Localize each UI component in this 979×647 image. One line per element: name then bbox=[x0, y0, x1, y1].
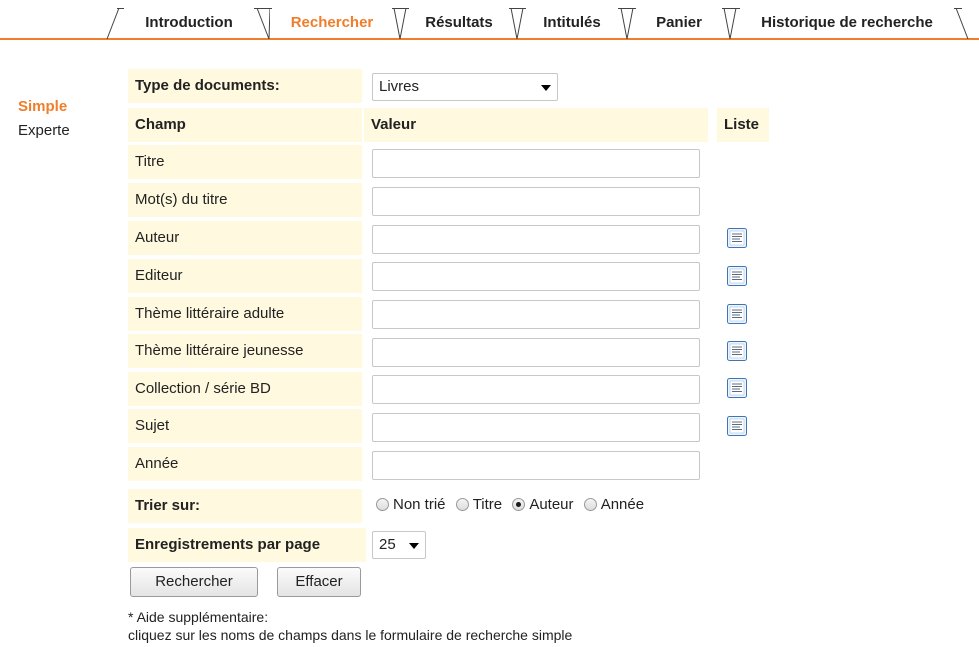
doc-type-label: Type de documents: bbox=[128, 69, 362, 103]
tab-divider bbox=[723, 8, 737, 39]
clear-button[interactable]: Effacer bbox=[277, 567, 361, 597]
tab-panier[interactable]: Panier bbox=[636, 4, 722, 36]
per-page-value: 25 bbox=[379, 536, 396, 553]
field-label-annee[interactable]: Année bbox=[128, 447, 362, 481]
field-input-auteur[interactable] bbox=[372, 225, 700, 254]
sort-option-label: Auteur bbox=[529, 496, 574, 513]
sort-option-non-trie[interactable]: Non trié bbox=[376, 496, 446, 513]
radio-titre[interactable] bbox=[455, 498, 469, 511]
chevron-down-icon bbox=[409, 543, 419, 549]
list-icon-editeur[interactable] bbox=[726, 265, 748, 287]
per-page-label: Enregistrements par page bbox=[128, 528, 366, 562]
field-label-auteur[interactable]: Auteur bbox=[128, 221, 362, 255]
help-line-2: cliquez sur les noms de champs dans le f… bbox=[128, 627, 573, 643]
tab-resultats[interactable]: Résultats bbox=[409, 4, 509, 36]
field-input-theme-adulte[interactable] bbox=[372, 300, 700, 329]
column-header-valeur: Valeur bbox=[364, 108, 708, 142]
radio-auteur[interactable] bbox=[512, 498, 526, 511]
field-label-sujet[interactable]: Sujet bbox=[128, 409, 362, 443]
sort-option-label: Année bbox=[600, 496, 645, 513]
tab-historique[interactable]: Historique de recherche bbox=[740, 4, 954, 36]
list-icon-auteur[interactable] bbox=[726, 227, 748, 249]
doc-type-value: Livres bbox=[379, 78, 420, 95]
list-icon-theme-adulte[interactable] bbox=[726, 303, 748, 325]
sort-option-label: Non trié bbox=[393, 496, 446, 513]
search-mode-nav: Simple Experte bbox=[18, 95, 70, 143]
field-input-mots-titre[interactable] bbox=[372, 187, 700, 216]
field-input-titre[interactable] bbox=[372, 149, 700, 178]
field-label-editeur[interactable]: Editeur bbox=[128, 259, 362, 293]
sort-label: Trier sur: bbox=[128, 489, 362, 523]
sort-option-annee[interactable]: Année bbox=[583, 496, 645, 513]
column-header-champ: Champ bbox=[128, 108, 362, 142]
radio-non-trie[interactable] bbox=[376, 498, 389, 511]
help-line-1: * Aide supplémentaire: bbox=[128, 609, 269, 625]
field-input-collection[interactable] bbox=[372, 375, 700, 404]
tab-divider bbox=[106, 8, 120, 39]
search-button[interactable]: Rechercher bbox=[130, 567, 258, 597]
sort-option-label: Titre bbox=[472, 496, 503, 513]
field-input-editeur[interactable] bbox=[372, 262, 700, 291]
tab-divider bbox=[256, 8, 270, 39]
per-page-select[interactable]: 25 bbox=[372, 531, 426, 559]
sort-option-titre[interactable]: Titre bbox=[455, 496, 503, 513]
doc-type-select[interactable]: Livres bbox=[372, 73, 558, 101]
sort-option-auteur[interactable]: Auteur bbox=[512, 496, 574, 513]
chevron-down-icon bbox=[541, 85, 551, 91]
field-input-theme-jeunesse[interactable] bbox=[372, 338, 700, 367]
tab-introduction[interactable]: Introduction bbox=[124, 4, 254, 36]
tab-divider bbox=[955, 8, 969, 39]
tab-divider bbox=[510, 8, 524, 39]
radio-annee[interactable] bbox=[583, 498, 597, 511]
field-label-theme-jeunesse[interactable]: Thème littéraire jeunesse bbox=[128, 334, 362, 368]
tab-divider bbox=[393, 8, 407, 39]
field-label-collection[interactable]: Collection / série BD bbox=[128, 372, 362, 406]
list-icon-theme-jeunesse[interactable] bbox=[726, 340, 748, 362]
field-label-mots-titre[interactable]: Mot(s) du titre bbox=[128, 183, 362, 217]
field-label-theme-adulte[interactable]: Thème littéraire adulte bbox=[128, 297, 362, 331]
tab-bar-underline bbox=[0, 38, 979, 40]
tab-rechercher[interactable]: Rechercher bbox=[272, 4, 392, 36]
help-text: * Aide supplémentaire: cliquez sur les n… bbox=[128, 608, 572, 644]
nav-expert-search[interactable]: Experte bbox=[18, 119, 70, 143]
field-input-sujet[interactable] bbox=[372, 413, 700, 442]
tab-intitules[interactable]: Intitulés bbox=[526, 4, 618, 36]
field-input-annee[interactable] bbox=[372, 451, 700, 480]
field-label-titre[interactable]: Titre bbox=[128, 145, 362, 179]
list-icon-sujet[interactable] bbox=[726, 415, 748, 437]
tab-divider bbox=[620, 8, 634, 39]
sort-radio-group: Non trié Titre Auteur Année bbox=[376, 496, 650, 518]
tab-bar: Introduction Rechercher Résultats Intitu… bbox=[0, 0, 979, 40]
nav-simple-search[interactable]: Simple bbox=[18, 95, 70, 119]
list-icon-collection[interactable] bbox=[726, 377, 748, 399]
column-header-liste: Liste bbox=[717, 108, 769, 142]
